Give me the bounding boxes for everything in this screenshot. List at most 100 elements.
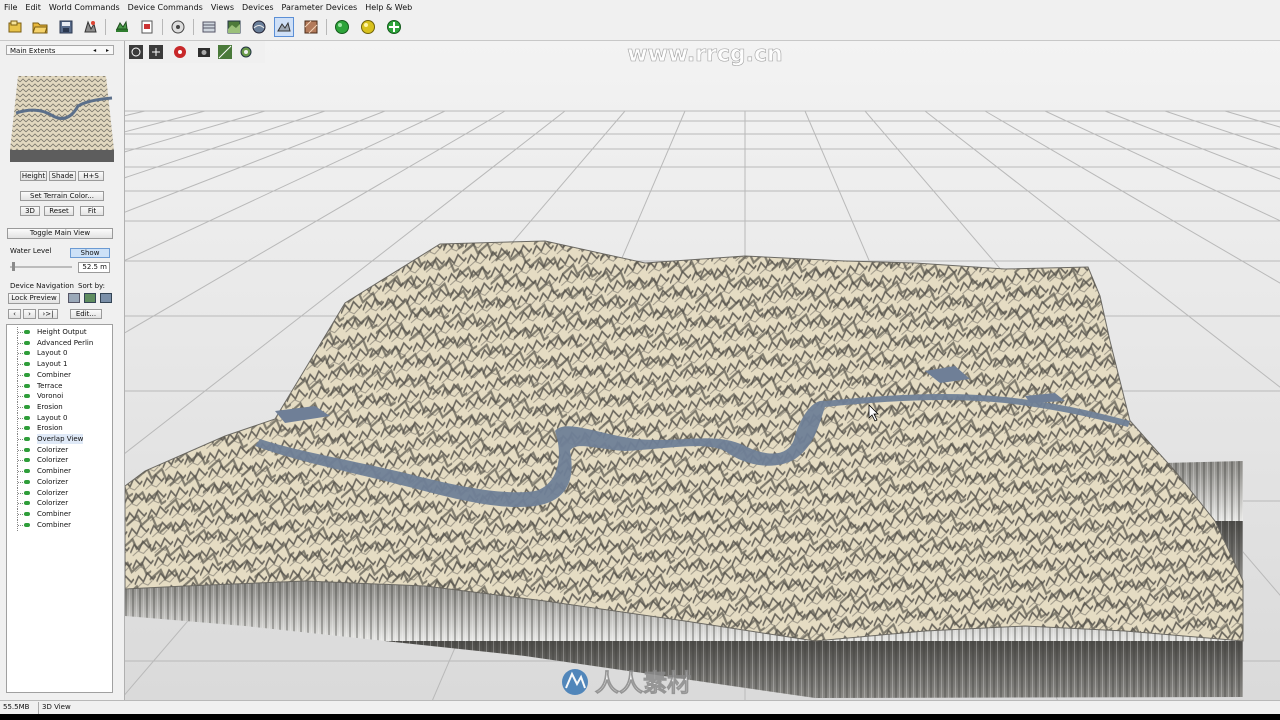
shade-view-button[interactable]: Shade [49,171,76,181]
terrain-preview[interactable] [8,58,116,165]
view-icon[interactable] [224,17,244,37]
sort-tree-icon[interactable] [100,293,112,303]
tree-connector [17,412,25,424]
nav-last-button[interactable]: ›>| [38,309,58,319]
green-build-icon[interactable] [332,17,352,37]
wireframe-icon[interactable] [217,44,233,60]
orbit-icon[interactable] [128,44,144,60]
lock-preview-button[interactable]: Lock Preview [8,293,60,304]
sort-by-label: Sort by: [78,282,106,290]
menu-world-commands[interactable]: World Commands [45,3,124,12]
device-list-item[interactable]: Colorizer [7,476,112,488]
height-shade-button[interactable]: H+S [78,171,104,181]
tree-connector [17,380,25,392]
3d-viewport[interactable]: www.rrcg.cn 人人素材 [125,41,1280,700]
tree-connector [17,466,25,478]
device-list-item[interactable]: Height Output [7,327,112,338]
green-cross-icon[interactable] [384,17,404,37]
device-status-icon [24,362,30,367]
tree-connector [17,391,25,403]
terrain-3d-view[interactable]: www.rrcg.cn 人人素材 [125,41,1280,700]
save-icon[interactable] [56,17,76,37]
device-list-item[interactable]: Layout 1 [7,359,112,371]
device-list-item[interactable]: Erosion [7,423,112,435]
camera-icon[interactable] [196,44,212,60]
device-list-item[interactable]: Colorizer [7,444,112,456]
3d-button[interactable]: 3D [20,206,40,216]
texture-tool-icon[interactable] [301,17,321,37]
terrain-view-icon[interactable] [249,17,269,37]
watermark-top: www.rrcg.cn [627,42,782,67]
water-level-label: Water Level [10,247,52,255]
tree-connector [17,327,25,338]
device-list-item[interactable]: Advanced Perlin [7,337,112,349]
panel-arrows[interactable]: ◂ ▸ [93,46,113,56]
device-list-item[interactable]: Combiner [7,369,112,381]
sort-grid-icon[interactable] [84,293,96,303]
device-label: Advanced Perlin [37,338,94,347]
toggle-main-view-button[interactable]: Toggle Main View [7,228,113,239]
menu-edit[interactable]: Edit [21,3,45,12]
set-terrain-color-button[interactable]: Set Terrain Color... [20,191,104,201]
edit-button[interactable]: Edit... [70,309,102,319]
device-list-item[interactable]: Layout 0 [7,412,112,424]
water-level-slider[interactable] [10,262,72,271]
render-tool-icon[interactable] [168,17,188,37]
device-list-item[interactable]: Erosion [7,401,112,413]
device-list-item[interactable]: Combiner [7,519,112,531]
tree-connector [17,359,25,371]
settings-icon[interactable] [238,44,254,60]
nav-next-button[interactable]: › [23,309,36,319]
sort-list-icon[interactable] [68,293,80,303]
height-view-button[interactable]: Height [20,171,47,181]
device-label: Height Output [37,328,87,336]
menu-devices[interactable]: Devices [238,3,278,12]
water-level-input[interactable]: 52.5 m [78,262,110,273]
open-folder-icon[interactable] [30,17,50,37]
pan-icon[interactable] [148,44,164,60]
nav-prev-button[interactable]: ‹ [8,309,21,319]
watermark-bottom: 人人素材 [562,669,691,697]
tree-connector [17,423,25,435]
device-list-item[interactable]: Voronoi [7,391,112,403]
device-list-item[interactable]: Terrace [7,380,112,392]
device-list-item[interactable]: Colorizer [7,455,112,467]
device-list-item[interactable]: Combiner [7,466,112,478]
water-show-button[interactable]: Show [70,248,110,258]
sidebar: Main Extents ◂ ▸ Height Shade H+S Set Te… [0,41,125,700]
device-list-item[interactable]: Combiner [7,508,112,520]
tree-connector [17,487,25,499]
slider-thumb[interactable] [12,262,15,271]
fit-button[interactable]: Fit [80,206,104,216]
render-red-icon[interactable] [172,44,188,60]
device-status-icon [24,458,30,463]
tree-connector [17,508,25,520]
layers-icon[interactable] [199,17,219,37]
device-list-item[interactable]: Layout 0 [7,348,112,360]
device-navigation-label: Device Navigation [10,282,74,290]
device-list-item[interactable]: Colorizer [7,498,112,510]
tree-connector [17,498,25,510]
device-label: Colorizer [37,488,69,497]
export-icon[interactable] [137,17,157,37]
device-label: Colorizer [37,499,69,508]
menu-file[interactable]: File [0,3,21,12]
main-toolbar [0,14,1280,41]
reset-button[interactable]: Reset [44,206,74,216]
device-status-icon [24,490,30,495]
device-list-item[interactable]: Colorizer [7,487,112,499]
new-file-icon[interactable] [5,17,25,37]
yellow-build-icon[interactable] [358,17,378,37]
menu-device-commands[interactable]: Device Commands [124,3,207,12]
device-list-item[interactable]: Overlap View [7,434,112,445]
world-settings-icon[interactable] [80,17,100,37]
device-status-icon [24,479,30,484]
menu-help-web[interactable]: Help & Web [361,3,416,12]
texture-icon[interactable] [274,17,294,37]
device-label: Layout 0 [37,349,68,358]
menu-views[interactable]: Views [207,3,238,12]
build-icon[interactable] [112,17,132,37]
menu-parameter-devices[interactable]: Parameter Devices [278,3,362,12]
device-label: Combiner [37,370,71,379]
panel-title-label: Main Extents [10,47,56,55]
